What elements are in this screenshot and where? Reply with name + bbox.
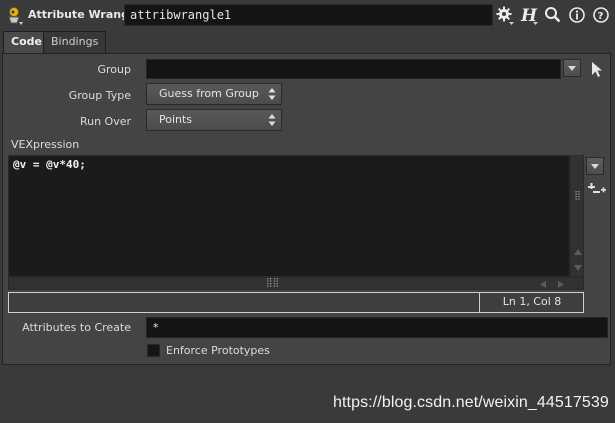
houdini-h-icon[interactable]: H — [519, 5, 539, 26]
scroll-up-icon[interactable] — [573, 248, 583, 256]
gear-icon[interactable] — [495, 5, 515, 25]
updown-arrows-icon — [268, 114, 276, 126]
vex-code-text: @v = @v*40; — [13, 158, 86, 171]
enforce-prototypes-label: Enforce Prototypes — [166, 344, 270, 357]
group-label: Group — [97, 63, 132, 76]
scroll-grip-icon: ⣿⣿ — [266, 278, 280, 288]
updown-arrows-icon — [268, 88, 276, 100]
watermark-text: https://blog.csdn.net/weixin_44517539 — [333, 394, 609, 411]
vexpression-label: VEXpression — [11, 138, 80, 151]
search-icon[interactable] — [543, 5, 563, 25]
enforce-prototypes-checkbox[interactable] — [147, 344, 160, 357]
select-arrow-icon[interactable] — [589, 60, 605, 78]
run-over-dropdown[interactable]: Points — [146, 109, 282, 131]
run-over-value: Points — [159, 113, 193, 126]
code-vertical-scrollbar[interactable]: ⣿ — [570, 155, 584, 277]
scroll-grip-icon: ⣿ — [574, 191, 581, 201]
group-menu-button[interactable] — [563, 59, 581, 77]
node-type-icon[interactable] — [5, 6, 25, 26]
group-type-value: Guess from Group — [159, 87, 259, 100]
svg-text:?: ? — [598, 11, 604, 22]
run-over-label: Run Over — [79, 115, 131, 128]
info-icon[interactable] — [567, 5, 587, 25]
chevron-down-icon — [591, 164, 599, 169]
attributes-to-create-label: Attributes to Create — [22, 321, 131, 334]
node-name-field[interactable]: attribwrangle1 — [124, 4, 493, 26]
group-type-label: Group Type — [68, 89, 131, 102]
vex-menu-button[interactable] — [586, 157, 604, 175]
help-icon[interactable]: ? — [591, 5, 611, 25]
scroll-down-icon[interactable] — [573, 264, 583, 272]
group-type-dropdown[interactable]: Guess from Group — [146, 83, 282, 105]
scroll-left-icon[interactable] — [539, 280, 547, 289]
chevron-down-icon — [568, 66, 576, 71]
attributes-to-create-field[interactable]: * — [146, 317, 608, 338]
create-spare-parameters-icon[interactable] — [587, 181, 607, 199]
code-horizontal-scrollbar[interactable]: ⣿⣿ — [8, 277, 584, 290]
tab-bindings[interactable]: Bindings — [43, 31, 107, 53]
group-field[interactable] — [146, 59, 561, 79]
cursor-position: Ln 1, Col 8 — [479, 292, 584, 313]
scroll-right-icon[interactable] — [557, 280, 565, 289]
vex-code-editor[interactable] — [8, 155, 570, 277]
